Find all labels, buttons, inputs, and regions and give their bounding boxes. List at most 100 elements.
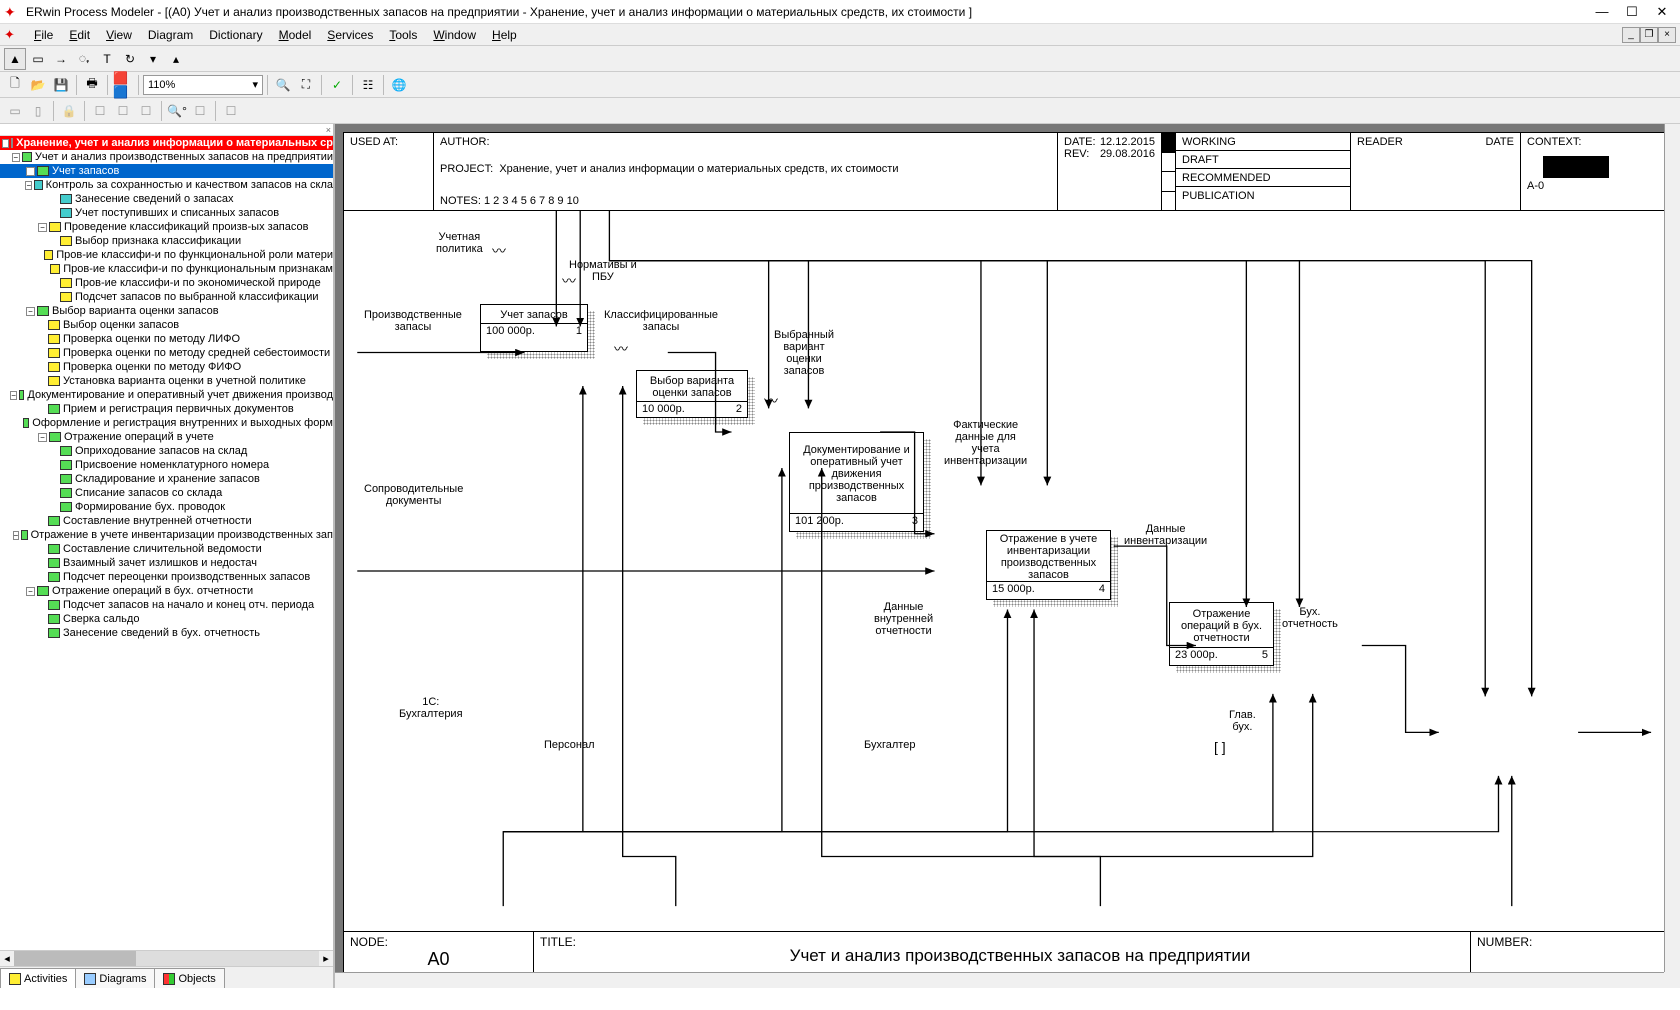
menu-services[interactable]: Services [319,26,381,44]
diagram-page[interactable]: USED AT: AUTHOR: PROJECT: Хранение, учет… [343,132,1672,980]
hdr-dates: DATE:12.12.2015 REV:29.08.2016 [1058,133,1162,210]
tree-item[interactable]: Пров-ие классифи-и по экономической прир… [0,276,333,290]
menu-tools[interactable]: Tools [381,26,425,44]
menubar: ✦ File Edit View Diagram Dictionary Mode… [0,24,1680,46]
maximize-button[interactable]: ☐ [1618,2,1646,22]
tb3-1[interactable]: ▭ [4,100,26,122]
tree-item[interactable]: Выбор оценки запасов [0,318,333,332]
tb3-2[interactable]: ▯ [27,100,49,122]
tb3-6[interactable]: 🔍° [166,100,188,122]
diagram-canvas[interactable]: Учетная политика Нормативы и ПБУ Произво… [344,211,1671,931]
tree-item[interactable]: Подсчет переоценки производственных запа… [0,570,333,584]
tree-item[interactable]: Занесение сведений о запасах [0,192,333,206]
diagram-hscrollbar[interactable] [335,972,1664,988]
menu-file[interactable]: File [26,26,61,44]
tree-item[interactable]: Составление внутренней отчетности [0,514,333,528]
tree-item[interactable]: −Отражение операций в бух. отчетности [0,584,333,598]
tb3-lock[interactable]: 🔒 [58,100,80,122]
tree-item[interactable]: Сверка сальдо [0,612,333,626]
tb3-5[interactable]: ☐ [135,100,157,122]
zoom-combo[interactable]: 110%▾ [143,75,263,95]
diagram-vscrollbar[interactable] [1664,124,1680,972]
box-3[interactable]: Документирование и оперативный учет движ… [789,432,924,532]
tab-activities[interactable]: Activities [0,968,76,988]
tree-item[interactable]: Подсчет запасов на начало и конец отч. п… [0,598,333,612]
tree-item[interactable]: Занесение сведений в бух. отчетность [0,626,333,640]
tree-item[interactable]: Взаимный зачет излишков и недостач [0,556,333,570]
tree-item[interactable]: −Отражение операций в учете [0,430,333,444]
context-thumbnail [1543,156,1609,178]
hdr-author-project: AUTHOR: PROJECT: Хранение, учет и анализ… [434,133,1058,210]
tree-item[interactable]: Проверка оценки по методу ФИФО [0,360,333,374]
menu-window[interactable]: Window [425,26,484,44]
tab-objects[interactable]: Objects [154,968,224,988]
box-4[interactable]: Отражение в учете инвентаризации произво… [986,530,1111,600]
box-5[interactable]: Отражение операций в бух. отчетности 23 … [1169,602,1274,666]
mdi-close[interactable]: × [1658,27,1676,43]
menu-diagram[interactable]: Diagram [140,26,201,44]
refresh-tool[interactable]: ↻ [119,48,141,70]
menu-edit[interactable]: Edit [61,26,98,44]
tree-item[interactable]: Прием и регистрация первичных документов [0,402,333,416]
drill-down-tool[interactable]: ▾ [142,48,164,70]
tree-item[interactable]: Присвоение номенклатурного номера [0,458,333,472]
new-button[interactable]: 🗋 [4,74,26,96]
tree-item[interactable]: −Контроль за сохранностью и качеством за… [0,178,333,192]
tb3-3[interactable]: ☐ [89,100,111,122]
menu-help[interactable]: Help [484,26,525,44]
tree-item[interactable]: Списание запасов со склада [0,486,333,500]
menu-view[interactable]: View [98,26,140,44]
box-1[interactable]: Учет запасов 100 000р.1 [480,304,588,352]
close-button[interactable]: ✕ [1648,2,1676,22]
squiggle-tool[interactable]: ꩻ [73,48,95,70]
tree-item[interactable]: Оформление и регистрация внутренних и вы… [0,416,333,430]
tree-close-icon[interactable]: × [326,125,331,135]
tb3-8[interactable]: ☐ [220,100,242,122]
tree-item[interactable]: −Проведение классификаций произв-ых запа… [0,220,333,234]
tb3-4[interactable]: ☐ [112,100,134,122]
tree-item[interactable]: Установка варианта оценки в учетной поли… [0,374,333,388]
drill-up-tool[interactable]: ▴ [165,48,187,70]
mdi-minimize[interactable]: _ [1622,27,1640,43]
arrow-tool[interactable]: → [50,48,72,70]
menu-model[interactable]: Model [271,26,320,44]
open-button[interactable]: 📂 [27,74,49,96]
tree-item[interactable]: Оприходование запасов на склад [0,444,333,458]
tree-item[interactable]: −Учет и анализ производственных запасов … [0,150,333,164]
save-button[interactable]: 💾 [50,74,72,96]
box-2[interactable]: Выбор варианта оценки запасов 10 000р.2 [636,370,748,418]
tree-root[interactable]: −Хранение, учет и анализ информации о ма… [0,136,333,150]
tb3-7[interactable]: ☐ [189,100,211,122]
tree-item[interactable]: Учет поступивших и списанных запасов [0,206,333,220]
color-button[interactable]: 🟥🟦 [112,74,134,96]
pointer-tool[interactable]: ▲ [4,48,26,70]
tree-item-selected[interactable]: −Учет запасов [0,164,333,178]
menu-dictionary[interactable]: Dictionary [201,26,270,44]
world-button[interactable]: 🌐 [388,74,410,96]
check-button[interactable]: ✓ [326,74,348,96]
tree-item[interactable]: Выбор признака классификации [0,234,333,248]
zoom-in-button[interactable]: 🔍 [272,74,294,96]
text-tool[interactable]: T [96,48,118,70]
tree-item[interactable]: −Выбор варианта оценки запасов [0,304,333,318]
minimize-button[interactable]: — [1588,2,1616,22]
zoom-fit-button[interactable]: ⛶ [295,74,317,96]
tree-item[interactable]: Пров-ие классифи-и по функциональной рол… [0,248,333,262]
tab-diagrams[interactable]: Diagrams [75,968,155,988]
tree-scroll[interactable]: −Хранение, учет и анализ информации о ма… [0,136,333,950]
label-dannye-inv: Данные инвентаризации [1124,523,1207,547]
tree-item[interactable]: Проверка оценки по методу ЛИФО [0,332,333,346]
print-button[interactable]: 🖶 [81,74,103,96]
tree-item[interactable]: −Отражение в учете инвентаризации произв… [0,528,333,542]
box-tool[interactable]: ▭ [27,48,49,70]
tree-item[interactable]: Проверка оценки по методу средней себест… [0,346,333,360]
tree-item[interactable]: −Документирование и оперативный учет дви… [0,388,333,402]
tree-item[interactable]: Подсчет запасов по выбранной классификац… [0,290,333,304]
tree-hscrollbar[interactable]: ◂▸ [0,950,333,966]
tree-item[interactable]: Пров-ие классифи-и по функциональным при… [0,262,333,276]
mdi-restore[interactable]: ❐ [1640,27,1658,43]
report-button[interactable]: ☷ [357,74,379,96]
tree-item[interactable]: Составление сличительной ведомости [0,542,333,556]
tree-item[interactable]: Складирование и хранение запасов [0,472,333,486]
tree-item[interactable]: Формирование бух. проводок [0,500,333,514]
